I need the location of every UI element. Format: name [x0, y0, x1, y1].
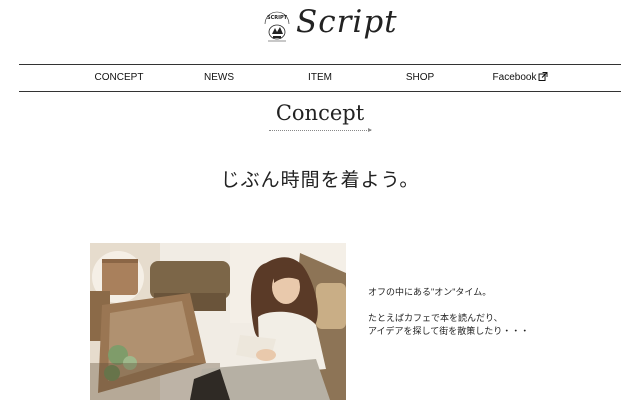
- nav-item-shop[interactable]: SHOP: [406, 65, 434, 91]
- woman-on-sofa-image: [90, 243, 346, 400]
- nav-item-item[interactable]: ITEM: [308, 65, 332, 91]
- nav-item-news[interactable]: NEWS: [204, 65, 234, 91]
- concept-paragraph: オフの中にある"オン"タイム。: [368, 287, 492, 297]
- concept-paragraph: アイデアを探して街を散策したり・・・: [368, 326, 530, 336]
- section-title: Concept: [275, 101, 365, 125]
- nav-item-concept[interactable]: CONCEPT: [95, 65, 144, 91]
- concept-description: オフの中にある"オン"タイム。 たとえばカフェで本を読んだり、 アイデアを探して…: [368, 286, 618, 338]
- nav-item-facebook[interactable]: Facebook: [493, 65, 548, 91]
- site-logo[interactable]: Script: [296, 4, 398, 40]
- title-underline: [269, 128, 372, 132]
- concept-paragraph: たとえばカフェで本を読んだり、: [368, 313, 503, 323]
- main-nav: CONCEPT NEWS ITEM SHOP Facebook: [19, 64, 621, 92]
- logo-badge[interactable]: SCRIPT: [262, 10, 292, 44]
- logo-emblem-icon: SCRIPT: [264, 11, 290, 42]
- concept-tagline: じぶん時間を着よう。: [220, 169, 420, 191]
- site-logo-text: Script: [296, 4, 398, 40]
- site-header: SCRIPT Script: [0, 0, 640, 64]
- external-link-icon: [538, 66, 548, 92]
- logo-badge-text: SCRIPT: [267, 15, 288, 21]
- concept-photo: [90, 243, 346, 400]
